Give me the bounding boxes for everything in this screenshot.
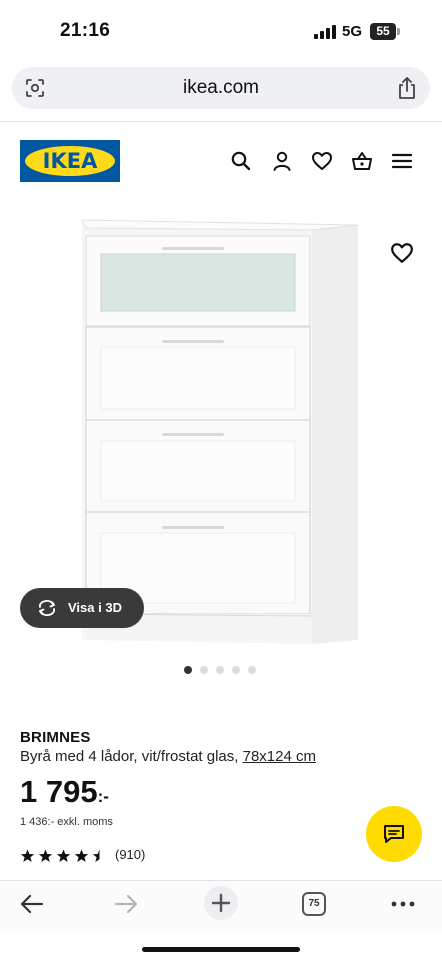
review-count[interactable]: (910) <box>115 847 145 862</box>
chat-button[interactable] <box>366 806 422 862</box>
product-description: Byrå med 4 lådor, vit/frostat glas, 78x1… <box>20 748 316 765</box>
star-full-icon <box>56 849 71 862</box>
basket-icon[interactable] <box>351 150 373 172</box>
price-excl-vat: 1 436:- exkl. moms <box>20 816 113 828</box>
pagination-dot[interactable] <box>248 666 256 674</box>
description-text: Byrå med 4 lådor, vit/frostat glas, <box>20 748 243 765</box>
signal-icon <box>314 25 336 39</box>
pagination-dot[interactable] <box>232 666 240 674</box>
price-suffix: :- <box>97 787 109 806</box>
plus-icon <box>211 893 231 913</box>
status-bar: 21:16 5G 55 <box>0 0 442 60</box>
pagination-dot[interactable] <box>200 666 208 674</box>
battery-tip <box>397 28 400 35</box>
browser-toolbar: 75 <box>0 881 442 931</box>
star-full-icon <box>38 849 53 862</box>
product-price: 1 795:- <box>20 774 109 810</box>
logo-oval: IKEA <box>25 146 115 176</box>
pagination-dot[interactable] <box>216 666 224 674</box>
url-bar[interactable]: ikea.com <box>12 67 430 109</box>
menu-icon[interactable] <box>391 150 413 172</box>
search-icon[interactable] <box>230 150 252 172</box>
home-indicator <box>142 947 300 952</box>
battery-level: 55 <box>370 23 396 40</box>
ikea-logo[interactable]: IKEA <box>20 140 120 182</box>
more-icon[interactable] <box>389 890 417 918</box>
pagination-dot[interactable] <box>184 666 192 674</box>
star-full-icon <box>20 849 35 862</box>
star-half-icon <box>92 849 107 862</box>
price-main: 1 795 <box>20 774 98 809</box>
product-size-link[interactable]: 78x124 cm <box>243 748 316 765</box>
user-icon[interactable] <box>271 150 293 172</box>
new-tab-button[interactable] <box>204 886 238 920</box>
url-text[interactable]: ikea.com <box>12 67 430 109</box>
heart-icon[interactable] <box>311 150 333 172</box>
rotate-3d-icon <box>38 600 56 616</box>
product-name: BRIMNES <box>20 729 91 746</box>
status-time: 21:16 <box>60 20 111 41</box>
chat-icon <box>384 825 404 843</box>
forward-arrow-icon[interactable] <box>112 890 140 918</box>
view-3d-button[interactable]: Visa i 3D <box>20 588 144 628</box>
logo-text: IKEA <box>42 149 98 173</box>
back-arrow-icon[interactable] <box>18 890 46 918</box>
divider <box>0 121 442 122</box>
share-icon[interactable] <box>396 76 418 100</box>
product-image[interactable] <box>0 200 442 655</box>
battery-icon: 55 <box>370 23 400 40</box>
view-3d-label: Visa i 3D <box>68 600 122 615</box>
wishlist-heart-icon[interactable] <box>390 241 414 265</box>
network-type: 5G <box>342 23 363 40</box>
tabs-button[interactable]: 75 <box>302 892 326 916</box>
star-full-icon <box>74 849 89 862</box>
